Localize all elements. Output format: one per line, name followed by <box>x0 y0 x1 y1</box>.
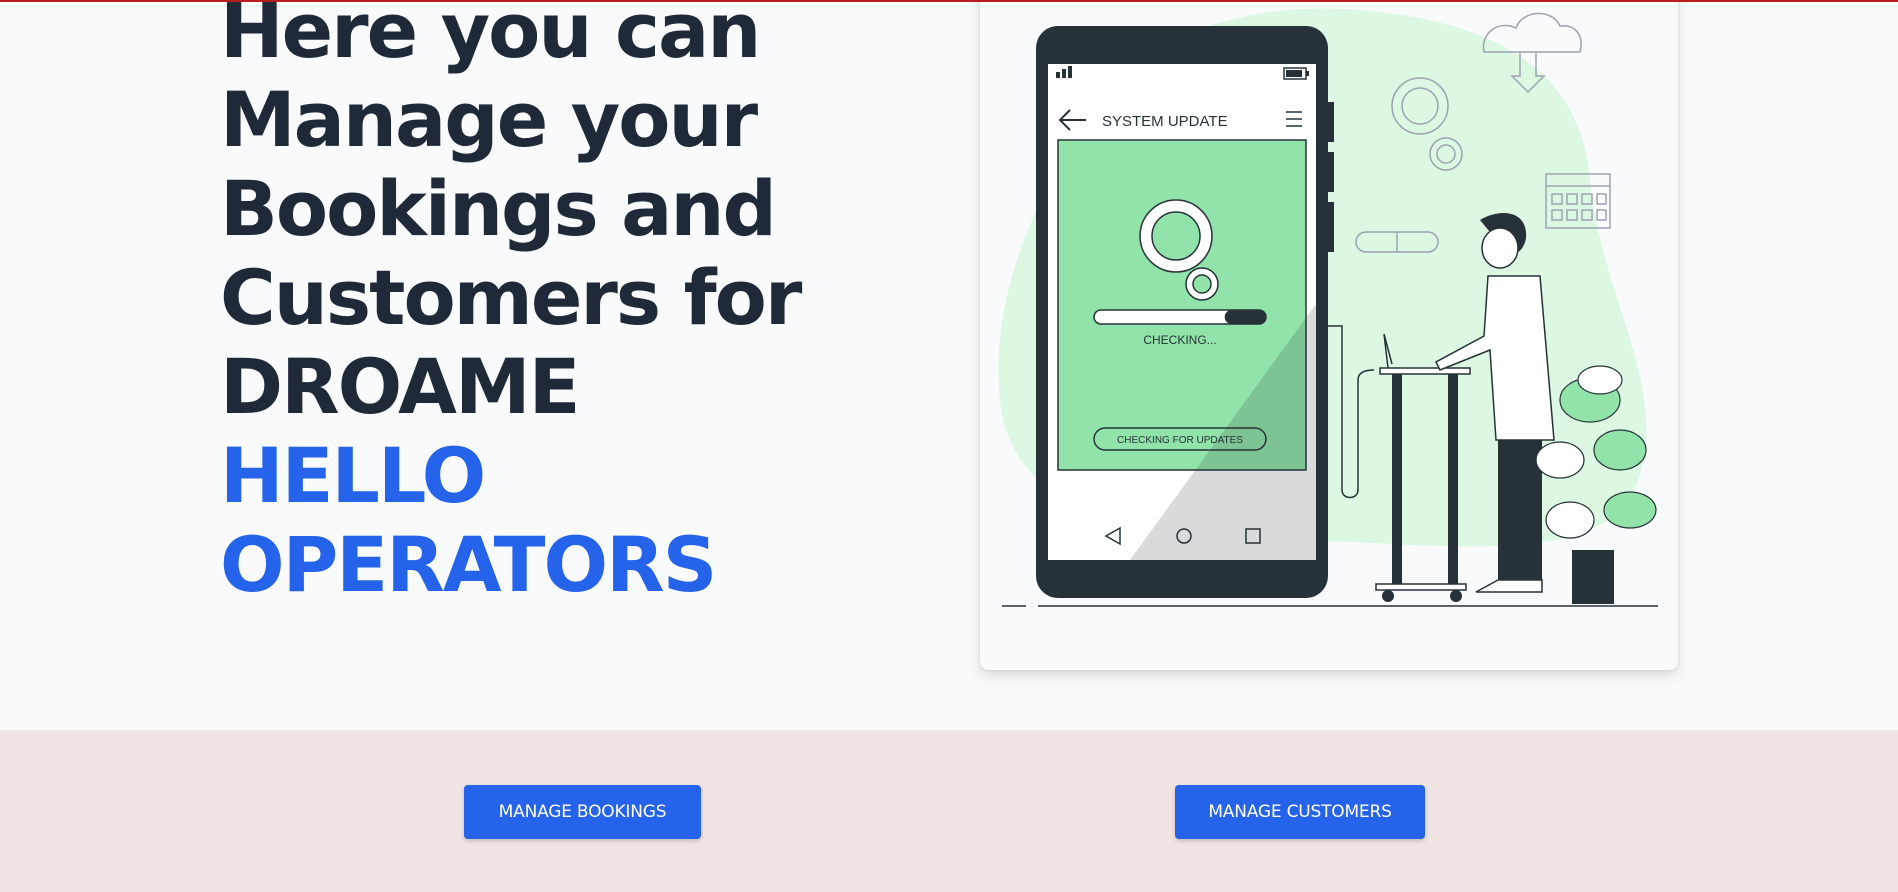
manage-customers-button[interactable]: MANAGE CUSTOMERS <box>1175 785 1425 839</box>
status-text: CHECKING... <box>1143 333 1216 347</box>
actions-band: MANAGE BOOKINGS MANAGE CUSTOMERS <box>0 730 1898 892</box>
heading-line: DROAME <box>220 342 581 431</box>
screen-title: SYSTEM UPDATE <box>1102 113 1228 130</box>
accent-line: OPERATORS <box>220 520 717 609</box>
accent-line: HELLO <box>220 431 486 520</box>
heading-line: Here you can <box>220 0 761 75</box>
manage-bookings-button[interactable]: MANAGE BOOKINGS <box>464 785 701 839</box>
progress-fill <box>1224 310 1266 324</box>
hero-section: Here you can Manage your Bookings and Cu… <box>0 0 1898 730</box>
top-border <box>0 0 1898 2</box>
illustration-card: SYSTEM UPDATE CHECKING... CHECKING FOR U… <box>980 0 1678 670</box>
heading-line: Customers for <box>220 253 802 342</box>
hero-heading: Here you can Manage your Bookings and Cu… <box>220 0 840 609</box>
system-update-illustration: SYSTEM UPDATE CHECKING... CHECKING FOR U… <box>998 8 1658 607</box>
heading-line: Bookings and <box>220 164 777 253</box>
heading-line: Manage your <box>220 75 758 164</box>
